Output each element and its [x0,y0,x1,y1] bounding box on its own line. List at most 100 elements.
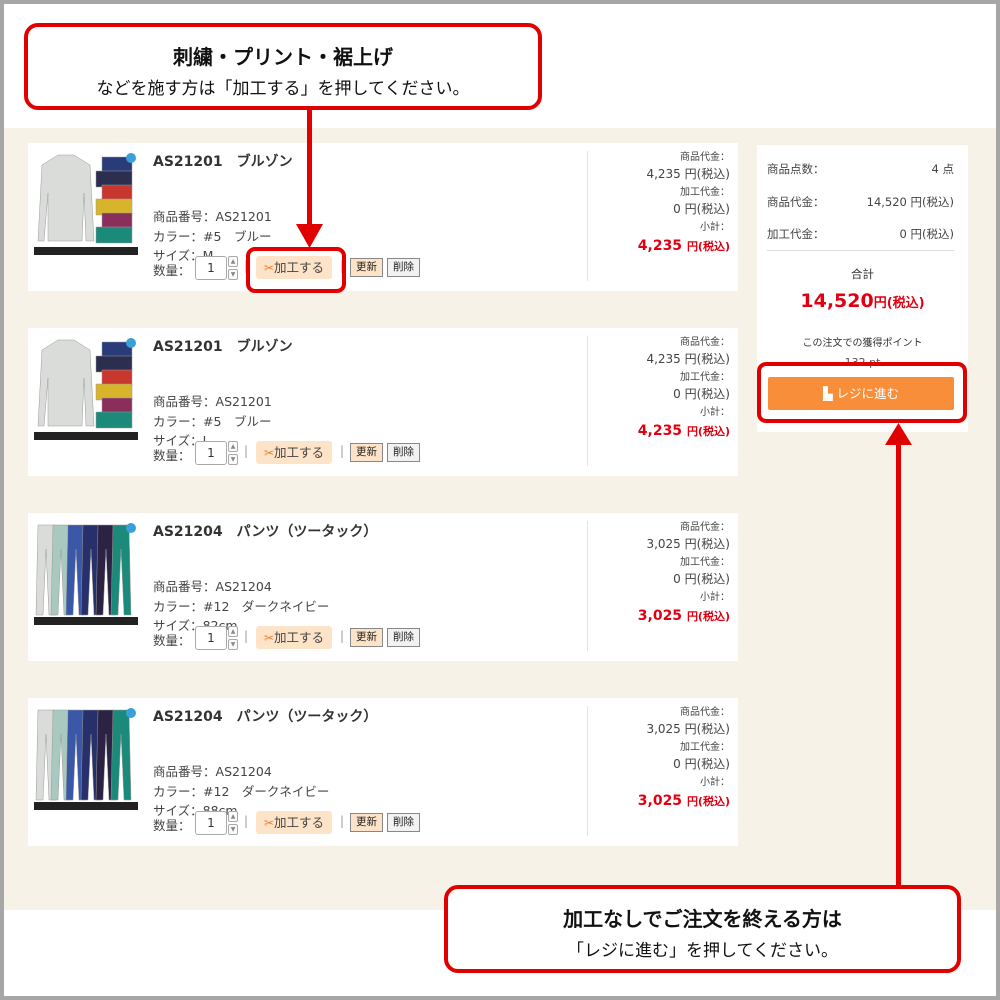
update-button[interactable]: 更新 [350,628,383,647]
update-button[interactable]: 更新 [350,443,383,462]
callout-checkout-instruction: 加工なしでご注文を終える方は 「レジに進む」を押してください。 [444,885,961,973]
callout-subtitle: などを施す方は「加工する」を押してください。 [96,79,470,99]
summary-item-total: 商品代金： 14,520 円(税込) [767,195,954,209]
stepper-up-icon[interactable]: ▲ [228,626,238,637]
process-fee: 0 円(税込) [673,387,730,401]
separator: | [244,814,249,828]
quantity-label: 数量： [153,263,191,278]
stepper-down-icon[interactable]: ▼ [228,269,238,280]
scissors-icon: ✂ [263,446,275,460]
thumbnail-caption-bar [34,802,138,810]
summary-process-total: 加工代金： 0 円(税込) [767,227,954,241]
product-code: 商品番号：AS21204 [153,579,272,594]
process-fee: 0 円(税込) [673,572,730,586]
scissors-icon: ✂ [263,816,275,830]
summary-item-count: 商品点数： 4 点 [767,162,954,176]
product-name[interactable]: AS21201 ブルゾン [153,151,293,171]
delete-button[interactable]: 削除 [387,258,420,277]
callout-title: 加工なしでご注文を終える方は [563,907,842,931]
price-divider [587,151,588,281]
process-button[interactable]: ✂加工する [256,441,332,464]
separator: | [340,629,345,643]
stepper-down-icon[interactable]: ▼ [228,824,238,835]
subtotal-label: 小計： [700,777,730,788]
price-column: 商品代金： 4,235 円(税込) 加工代金： 0 円(税込) 小計： 4,23… [638,151,730,258]
separator: | [244,629,249,643]
quantity-input[interactable]: 1 [195,811,227,835]
quantity-stepper[interactable]: ▲ ▼ [228,441,238,465]
subtotal-label: 小計： [700,592,730,603]
quantity-stepper[interactable]: ▲ ▼ [228,626,238,650]
subtotal: 3,025 円(税込) [637,608,730,624]
callout-title: 刺繍・プリント・裾上げ [173,45,393,69]
thumbnail-caption-bar [34,247,138,255]
quantity-stepper[interactable]: ▲ ▼ [228,811,238,835]
product-color: カラー：#5 ブルー [153,414,272,429]
thumbnail-garment-swatch [95,383,133,401]
thumbnail-garment-swatch [37,339,95,427]
price-column: 商品代金： 3,025 円(税込) 加工代金： 0 円(税込) 小計： 3,02… [638,706,730,813]
thumbnail-garment-swatch [110,524,132,616]
product-thumbnail [37,338,136,429]
delete-button[interactable]: 削除 [387,813,420,832]
process-fee-label: 加工代金： [680,187,730,198]
stepper-up-icon[interactable]: ▲ [228,811,238,822]
update-button[interactable]: 更新 [350,813,383,832]
item-price-label: 商品代金： [680,522,730,533]
item-price-label: 商品代金： [680,707,730,718]
subtotal-label: 小計： [700,407,730,418]
process-fee: 0 円(税込) [673,202,730,216]
new-badge-icon [126,338,136,348]
process-button[interactable]: ✂加工する [256,811,332,834]
product-name[interactable]: AS21204 パンツ（ツータック） [153,706,377,726]
thumbnail-caption-bar [34,617,138,625]
summary-divider [767,250,954,251]
thumbnail-garment-swatch [101,397,133,415]
stepper-up-icon[interactable]: ▲ [228,256,238,267]
item-price: 3,025 円(税込) [646,722,730,736]
quantity-label: 数量： [153,818,191,833]
cart-item: AS21204 パンツ（ツータック） 商品番号：AS21204 カラー：#12 … [28,698,738,846]
thumbnail-garment-swatch [101,369,133,387]
separator: | [340,444,345,458]
product-code: 商品番号：AS21204 [153,764,272,779]
process-fee-label: 加工代金： [680,372,730,383]
update-button[interactable]: 更新 [350,258,383,277]
checkout-button-highlight [757,362,967,423]
callout-subtitle: 「レジに進む」を押してください。 [567,941,838,961]
stepper-down-icon[interactable]: ▼ [228,639,238,650]
delete-button[interactable]: 削除 [387,628,420,647]
price-divider [587,521,588,651]
process-button[interactable]: ✂加工する [256,626,332,649]
scissors-icon: ✂ [263,631,275,645]
quantity-input[interactable]: 1 [195,441,227,465]
product-name[interactable]: AS21204 パンツ（ツータック） [153,521,377,541]
product-color: カラー：#12 ダークネイビー [153,599,330,614]
subtotal: 4,235 円(税込) [637,238,730,254]
price-column: 商品代金： 4,235 円(税込) 加工代金： 0 円(税込) 小計： 4,23… [638,336,730,443]
item-price: 4,235 円(税込) [646,352,730,366]
separator: | [244,444,249,458]
item-price: 4,235 円(税込) [646,167,730,181]
thumbnail-caption-bar [34,432,138,440]
arrow-down-head-icon [296,224,323,248]
separator: | [340,814,345,828]
quantity-input[interactable]: 1 [195,626,227,650]
thumbnail-garment-swatch [95,198,133,216]
thumbnail-garment-swatch [101,212,133,230]
price-divider [587,336,588,466]
product-code: 商品番号：AS21201 [153,394,272,409]
delete-button[interactable]: 削除 [387,443,420,462]
quantity-label: 数量： [153,448,191,463]
product-color: カラー：#12 ダークネイビー [153,784,330,799]
stepper-up-icon[interactable]: ▲ [228,441,238,452]
product-name[interactable]: AS21201 ブルゾン [153,336,293,356]
quantity-input[interactable]: 1 [195,256,227,280]
quantity-stepper[interactable]: ▲ ▼ [228,256,238,280]
arrow-up-line [896,442,901,885]
product-color: カラー：#5 ブルー [153,229,272,244]
product-code: 商品番号：AS21201 [153,209,272,224]
stepper-down-icon[interactable]: ▼ [228,454,238,465]
thumbnail-garment-swatch [95,411,133,429]
new-badge-icon [126,708,136,718]
